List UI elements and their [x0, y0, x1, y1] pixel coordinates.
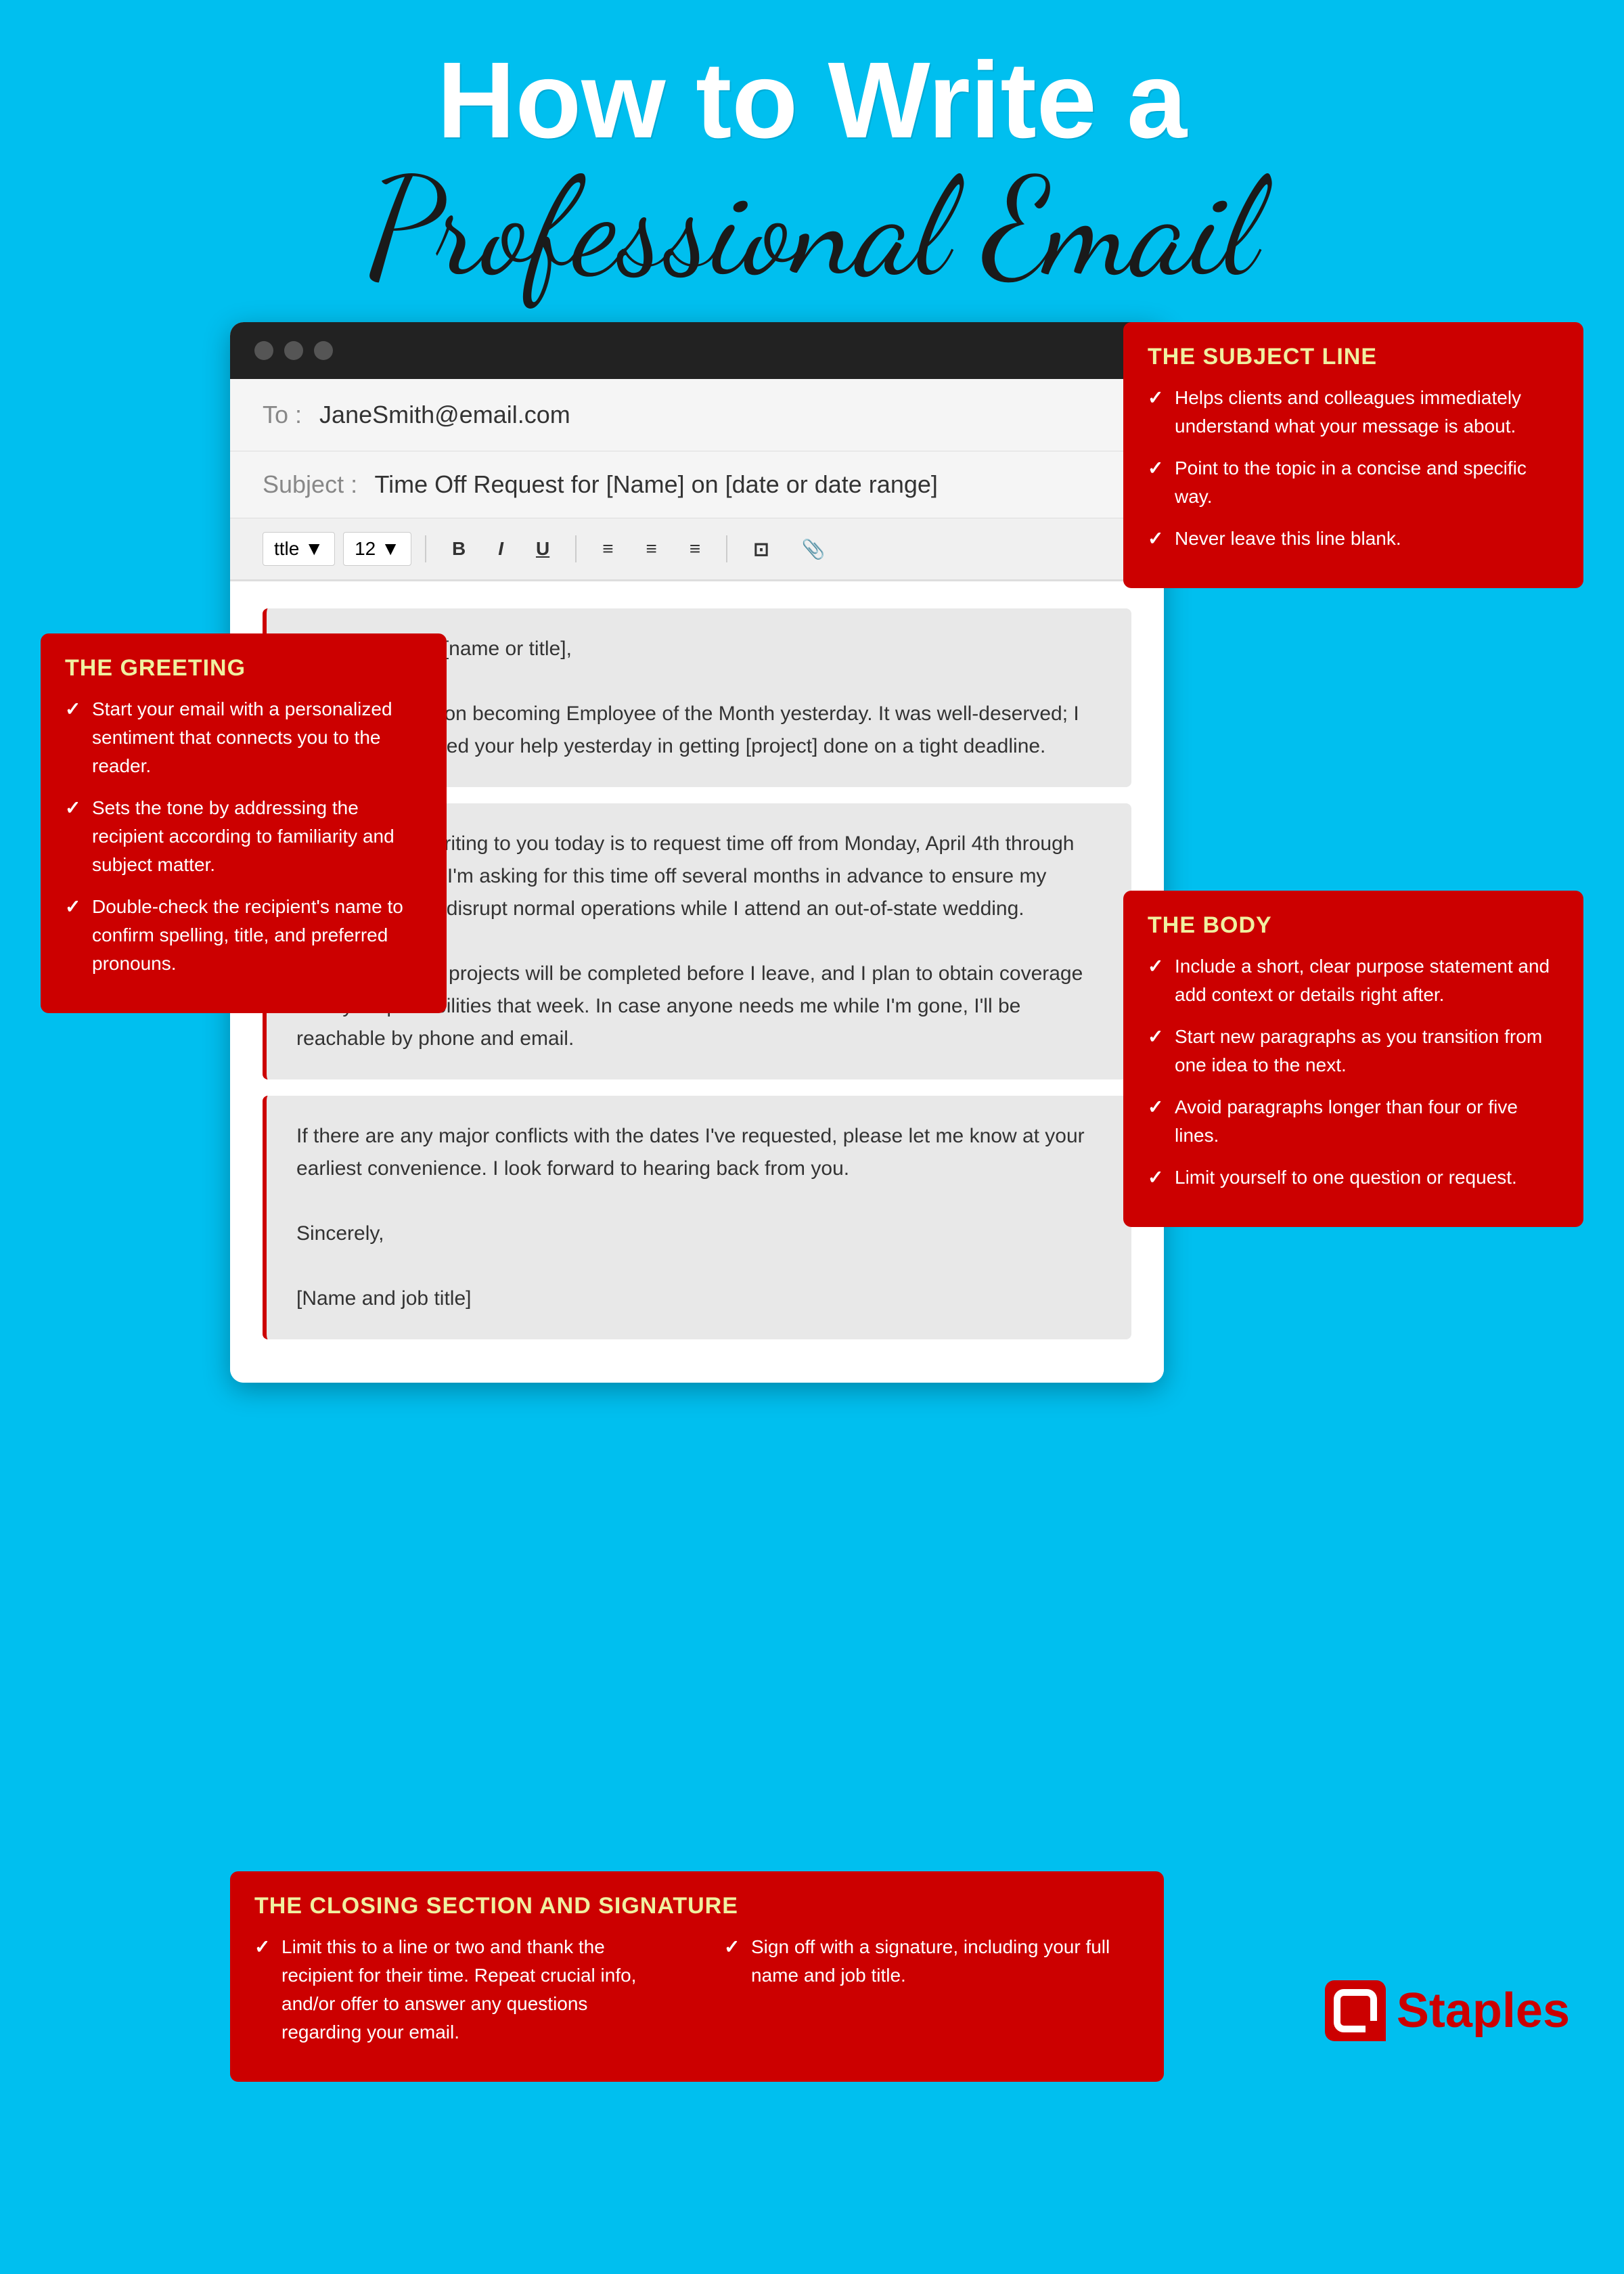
font-dropdown-icon[interactable]: ▼	[304, 538, 323, 560]
subject-label: Subject :	[263, 470, 357, 498]
staples-logo: Staples	[1325, 1980, 1570, 2041]
body-point-4: Limit yourself to one question or reques…	[1148, 1163, 1559, 1192]
greeting-annotation: THE GREETING Start your email with a per…	[41, 633, 447, 1013]
bold-button[interactable]: B	[440, 533, 478, 565]
closing-paragraph: If there are any major conflicts with th…	[263, 1096, 1131, 1339]
title-area: How to Write a Professional Email	[0, 0, 1624, 322]
image-button[interactable]: ⊡	[741, 533, 781, 566]
closing-point-1: Limit this to a line or two and thank th…	[254, 1933, 670, 2047]
closing-annotation: THE CLOSING SECTION AND SIGNATURE Limit …	[230, 1871, 1164, 2082]
subject-box-list: Helps clients and colleagues immediately…	[1148, 384, 1559, 553]
window-dot-2	[284, 341, 303, 360]
greeting-point-2: Sets the tone by addressing the recipien…	[65, 794, 422, 879]
greeting-point-3: Double-check the recipient's name to con…	[65, 893, 422, 978]
align-right-button[interactable]: ≡	[677, 533, 713, 565]
closing-box-title: THE CLOSING SECTION AND SIGNATURE	[254, 1893, 1140, 1919]
closing-columns: Limit this to a line or two and thank th…	[254, 1933, 1140, 2060]
email-toolbar: ttle ▼ 12 ▼ B I U ≡ ≡ ≡ ⊡	[230, 518, 1164, 581]
subject-point-1: Helps clients and colleagues immediately…	[1148, 384, 1559, 441]
italic-button[interactable]: I	[486, 533, 516, 565]
staples-icon	[1325, 1980, 1386, 2041]
greeting-point-1: Start your email with a personalized sen…	[65, 695, 422, 780]
title-line2: Professional Email	[54, 160, 1570, 295]
window-dot-1	[254, 341, 273, 360]
email-and-annotations: To : JaneSmith@email.com Subject : Time …	[41, 322, 1583, 2082]
greeting-box-list: Start your email with a personalized sen…	[65, 695, 422, 978]
body-box-title: THE BODY	[1148, 912, 1559, 939]
underline-button[interactable]: U	[524, 533, 562, 565]
toolbar-divider-3	[726, 535, 727, 562]
email-subject-row: Subject : Time Off Request for [Name] on…	[230, 451, 1164, 518]
attachment-button[interactable]: 📎	[790, 533, 838, 566]
greeting-box-title: THE GREETING	[65, 655, 422, 682]
toolbar-divider-2	[575, 535, 577, 562]
to-label: To :	[263, 401, 302, 428]
subject-box-title: THE SUBJECT LINE	[1148, 344, 1559, 370]
title-line1: How to Write a	[54, 41, 1570, 160]
subject-line-annotation: THE SUBJECT LINE Helps clients and colle…	[1123, 322, 1583, 588]
font-size: 12	[355, 538, 376, 560]
staples-text: Staples	[1397, 1983, 1570, 2038]
align-left-button[interactable]: ≡	[590, 533, 625, 565]
closing-list-1: Limit this to a line or two and thank th…	[254, 1933, 670, 2047]
body-box-list: Include a short, clear purpose statement…	[1148, 952, 1559, 1192]
size-select[interactable]: 12 ▼	[343, 532, 411, 566]
closing-col-1: Limit this to a line or two and thank th…	[254, 1933, 670, 2060]
closing-col-2: Sign off with a signature, including you…	[724, 1933, 1140, 2060]
window-dot-3	[314, 341, 333, 360]
subject-point-2: Point to the topic in a concise and spec…	[1148, 454, 1559, 511]
closing-list-2: Sign off with a signature, including you…	[724, 1933, 1140, 1990]
toolbar-divider-1	[425, 535, 426, 562]
font-name: ttle	[274, 538, 299, 560]
email-header: To : JaneSmith@email.com Subject : Time …	[230, 379, 1164, 581]
font-select[interactable]: ttle ▼	[263, 532, 335, 566]
body-point-3: Avoid paragraphs longer than four or fiv…	[1148, 1093, 1559, 1150]
subject-point-3: Never leave this line blank.	[1148, 525, 1559, 553]
subject-value: Time Off Request for [Name] on [date or …	[374, 470, 937, 498]
layout-wrapper: To : JaneSmith@email.com Subject : Time …	[0, 322, 1624, 2082]
closing-point-2: Sign off with a signature, including you…	[724, 1933, 1140, 1990]
body-point-1: Include a short, clear purpose statement…	[1148, 952, 1559, 1009]
body-point-2: Start new paragraphs as you transition f…	[1148, 1023, 1559, 1079]
email-to-row: To : JaneSmith@email.com	[230, 379, 1164, 451]
body-annotation: THE BODY Include a short, clear purpose …	[1123, 891, 1583, 1227]
window-titlebar	[230, 322, 1164, 379]
to-value: JaneSmith@email.com	[319, 401, 570, 428]
size-dropdown-icon[interactable]: ▼	[381, 538, 400, 560]
align-center-button[interactable]: ≡	[634, 533, 669, 565]
